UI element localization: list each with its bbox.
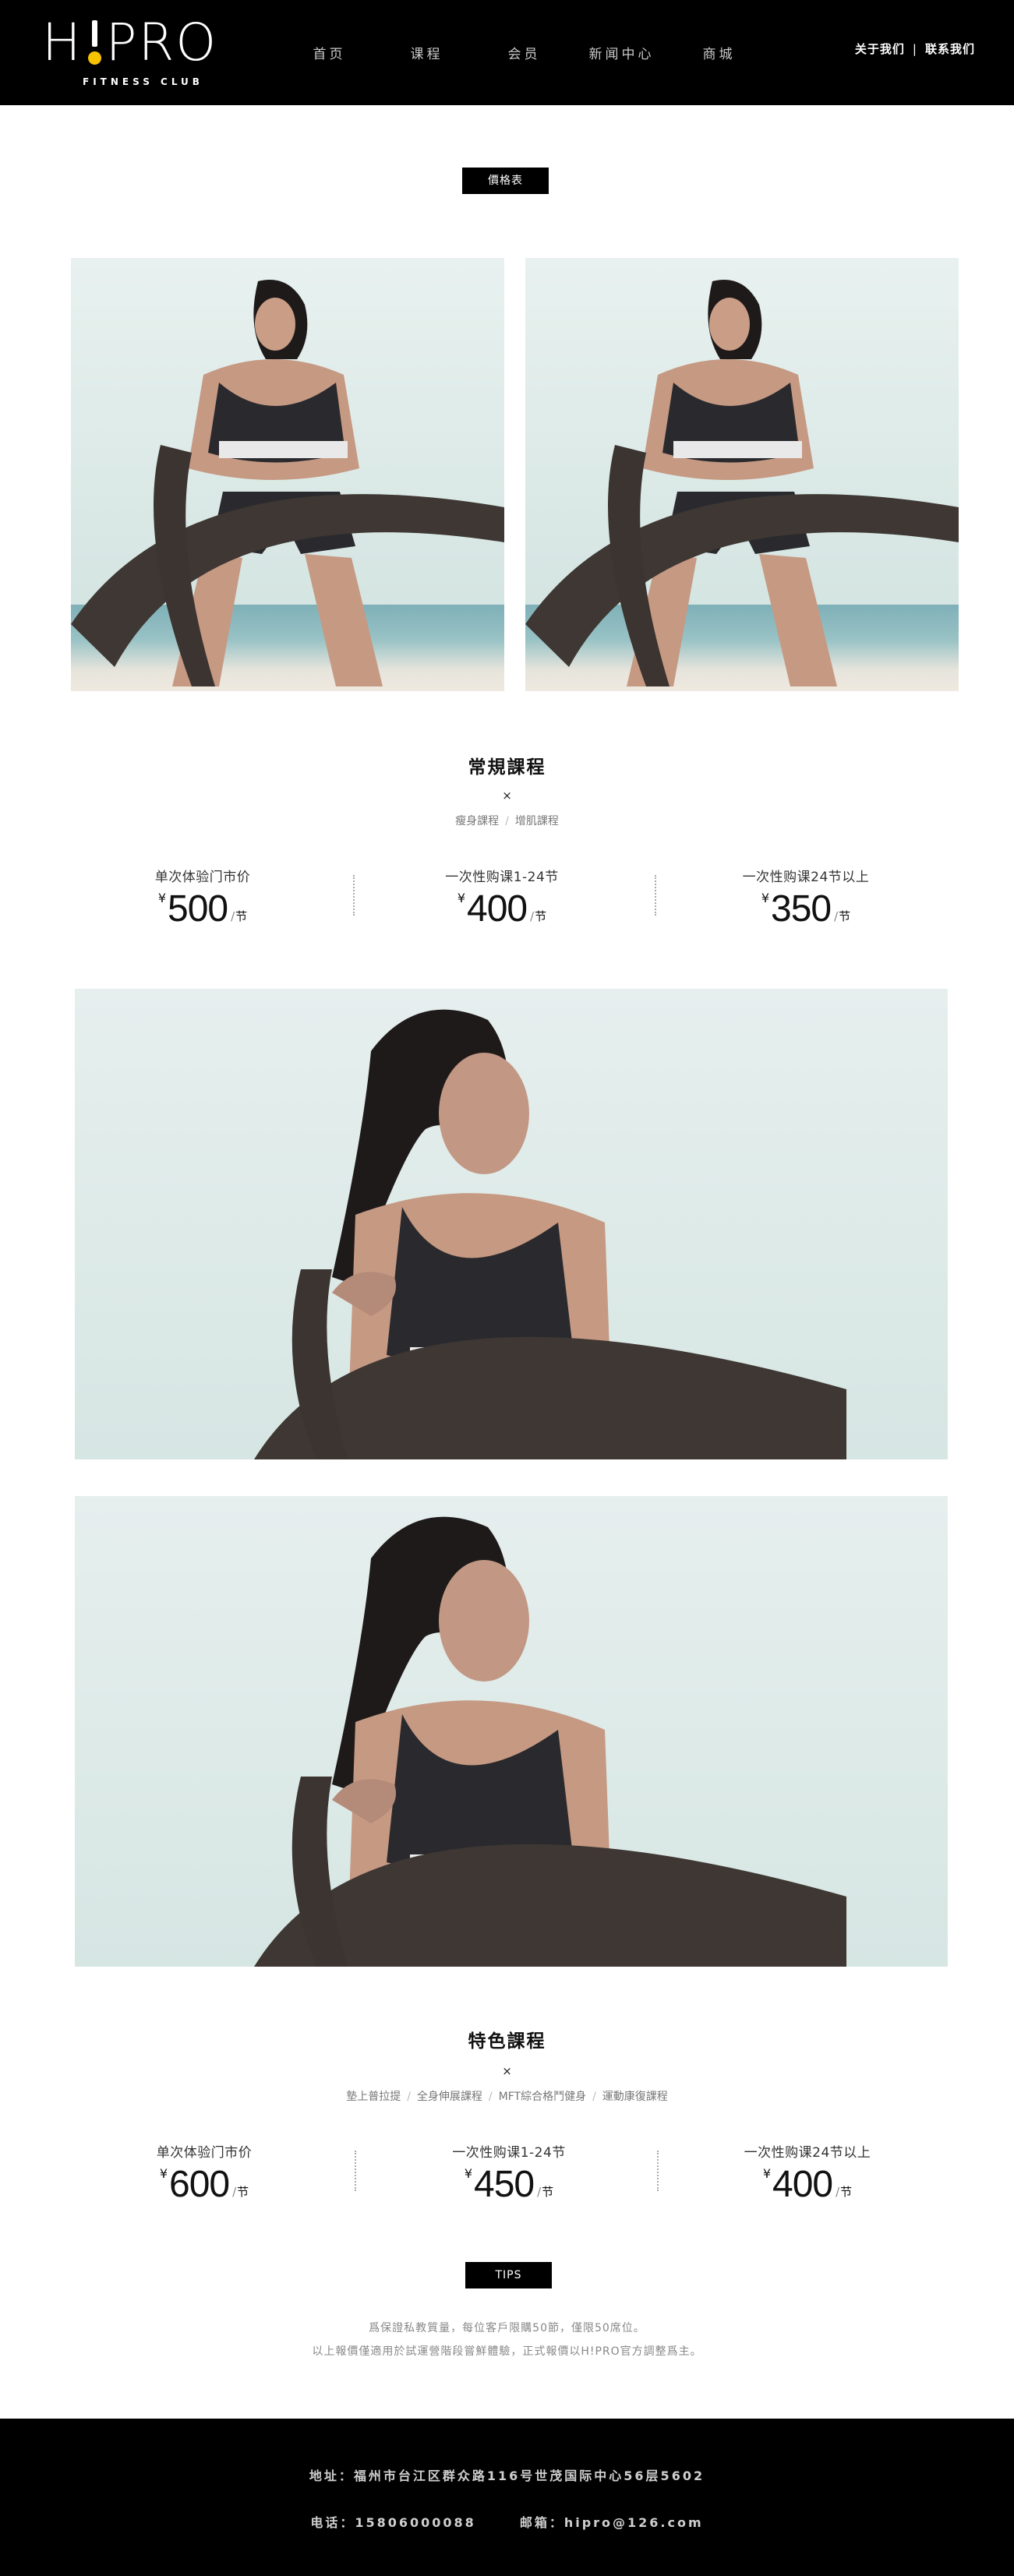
contact-us-link[interactable]: 联系我们	[925, 41, 975, 57]
regular-course-x: ×	[502, 789, 512, 803]
logo-text-left: H	[42, 12, 83, 72]
logo-wordmark: H PRO	[42, 17, 217, 69]
price-number: 450	[474, 2164, 535, 2205]
price-list-badge: 價格表	[462, 168, 549, 194]
special-price-row: 单次体验门市价 ¥600/节 一次性购课1-24节 ¥450/节 一次性购课24…	[0, 2141, 1014, 2211]
nav-news[interactable]: 新闻中心	[573, 43, 670, 62]
tips-line-1: 爲保證私教質量，每位客戶限購50節，僅限50席位。	[369, 2322, 645, 2334]
athlete-illustration	[254, 1009, 846, 1459]
price-number: 350	[771, 888, 832, 930]
footer-email[interactable]: 邮箱：hipro@126.com	[520, 2515, 704, 2530]
nav-home[interactable]: 首页	[281, 43, 378, 62]
price-item: 一次性购课24节以上 ¥350/节	[689, 866, 923, 929]
currency-symbol: ¥	[464, 2166, 472, 2181]
footer-phone: 电话：15806000088	[310, 2515, 476, 2530]
athlete-illustration	[525, 280, 959, 686]
about-us-link[interactable]: 关于我们	[855, 41, 905, 57]
price-item: 一次性购课24节以上 ¥400/节	[691, 2141, 924, 2204]
price-item: 一次性购课1-24节 ¥450/节	[392, 2141, 626, 2204]
site-footer: 地址：福州市台江区群众路116号世茂国际中心56层5602 电话：1580600…	[0, 2419, 1014, 2576]
tag-separator: /	[505, 815, 509, 827]
logo-text-right: PRO	[105, 12, 218, 72]
price-item: 单次体验门市价 ¥600/节	[87, 2141, 321, 2204]
special-course-title: 特色課程	[468, 2031, 546, 2052]
price-item: 单次体验门市价 ¥500/节	[86, 866, 320, 929]
tag-separator: /	[407, 2091, 411, 2103]
course-photo-right	[525, 258, 959, 691]
currency-symbol: ¥	[457, 891, 465, 905]
price-unit: 节	[535, 909, 547, 923]
price-unit: 节	[542, 2185, 554, 2199]
footer-address: 地址：福州市台江区群众路116号世茂国际中心56层5602	[309, 2468, 705, 2483]
regular-course-tags: 瘦身課程 / 增肌課程	[0, 813, 1014, 828]
course-tag: MFT綜合格鬥健身	[498, 2091, 587, 2103]
price-value: ¥350/节	[689, 890, 923, 929]
special-course-tags: 墊上普拉提 / 全身伸展課程 / MFT綜合格鬥健身 / 運動康復課程	[0, 2088, 1014, 2104]
price-label: 单次体验门市价	[156, 2145, 253, 2161]
main-nav: 首页 课程 会员 新闻中心 商城	[281, 0, 768, 105]
price-item: 一次性购课1-24节 ¥400/节	[385, 866, 619, 929]
logo-bang-icon	[84, 17, 104, 65]
price-value: ¥600/节	[87, 2165, 321, 2204]
unit-separator: /	[836, 2185, 840, 2199]
tag-separator: /	[592, 2091, 596, 2103]
course-tag: 墊上普拉提	[346, 2091, 401, 2103]
price-number: 400	[467, 888, 528, 930]
price-divider	[655, 875, 656, 916]
price-divider	[353, 875, 355, 916]
price-label: 一次性购课24节以上	[742, 870, 870, 885]
price-number: 600	[169, 2164, 230, 2205]
currency-symbol: ¥	[761, 891, 769, 905]
course-tag: 全身伸展課程	[416, 2091, 482, 2103]
currency-symbol: ¥	[157, 891, 166, 905]
currency-symbol: ¥	[762, 2166, 771, 2181]
price-divider	[355, 2151, 356, 2191]
regular-course-title: 常規課程	[468, 757, 546, 778]
price-unit: 节	[235, 909, 248, 923]
price-value: ¥400/节	[691, 2165, 924, 2204]
tips-badge: TIPS	[465, 2262, 552, 2288]
price-value: ¥400/节	[385, 890, 619, 929]
nav-membership[interactable]: 会员	[475, 43, 573, 62]
price-unit: 节	[840, 2185, 853, 2199]
price-value: ¥500/节	[86, 890, 320, 929]
price-value: ¥450/节	[392, 2165, 626, 2204]
unit-separator: /	[834, 909, 839, 923]
unit-separator: /	[537, 2185, 542, 2199]
athlete-illustration	[71, 280, 504, 686]
nav-shop[interactable]: 商城	[670, 43, 768, 62]
price-divider	[657, 2151, 659, 2191]
course-photo-left	[71, 258, 504, 691]
price-label: 一次性购课24节以上	[744, 2145, 871, 2161]
special-course-x: ×	[502, 2064, 512, 2078]
tag-separator: /	[488, 2091, 493, 2103]
logo-tagline: FITNESS CLUB	[83, 76, 203, 87]
price-label: 一次性购课1-24节	[445, 870, 559, 885]
unit-separator: /	[530, 909, 535, 923]
regular-price-row: 单次体验门市价 ¥500/节 一次性购课1-24节 ¥400/节 一次性购课24…	[0, 866, 1014, 936]
header-link-separator: |	[912, 41, 917, 56]
course-tag: 瘦身課程	[455, 815, 500, 827]
header-links: 关于我们 | 联系我们	[855, 41, 975, 57]
price-label: 一次性购课1-24节	[452, 2145, 566, 2161]
wide-photo-1	[75, 989, 948, 1459]
price-number: 400	[772, 2164, 833, 2205]
price-unit: 节	[839, 909, 851, 923]
tips-line-2: 以上報價僅適用於試運營階段嘗鮮體驗，正式報價以H!PRO官方調整爲主。	[312, 2345, 702, 2358]
unit-separator: /	[232, 2185, 237, 2199]
athlete-illustration	[254, 1516, 846, 1967]
site-header: H PRO FITNESS CLUB 首页 课程 会员 新闻中心 商城 关于我们 …	[0, 0, 1014, 105]
course-tag: 運動康復課程	[602, 2091, 668, 2103]
logo[interactable]: H PRO FITNESS CLUB	[42, 17, 245, 91]
footer-contact: 电话：15806000088 邮箱：hipro@126.com	[0, 2512, 1014, 2531]
nav-courses[interactable]: 课程	[378, 43, 475, 62]
course-tag: 增肌課程	[514, 815, 559, 827]
wide-photo-2	[75, 1496, 948, 1967]
currency-symbol: ¥	[159, 2166, 168, 2181]
unit-separator: /	[231, 909, 235, 923]
price-unit: 节	[237, 2185, 249, 2199]
price-number: 500	[168, 888, 228, 930]
price-label: 单次体验门市价	[154, 870, 251, 885]
